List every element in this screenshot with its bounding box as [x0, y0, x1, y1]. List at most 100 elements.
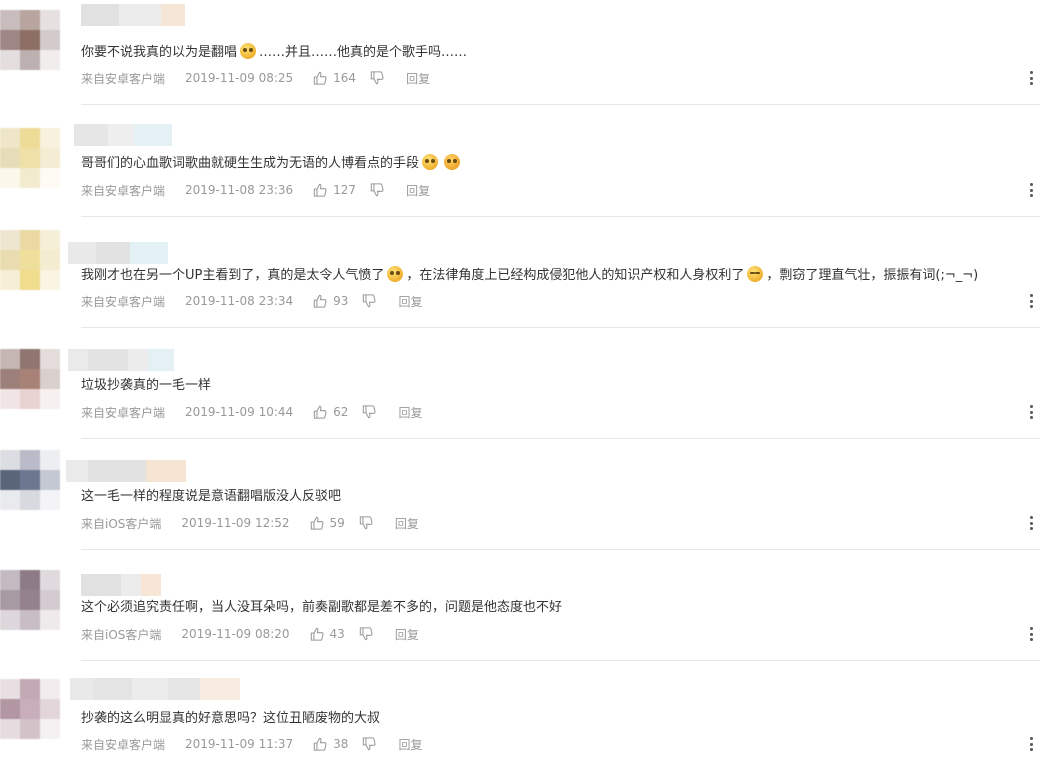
- timestamp: 2019-11-09 11:37: [185, 737, 294, 751]
- comment-meta: 来自iOS客户端 2019-11-09 08:20 43 回复: [81, 625, 419, 643]
- avatar[interactable]: [0, 10, 60, 70]
- dislike-button[interactable]: [359, 516, 373, 530]
- comment-item: 你要不说我真的以为是翻唱 ……并且……他真的是个歌手吗…… 来自安卓客户端 201…: [0, 0, 1047, 105]
- comment-item: 哥哥们的心血歌词歌曲就硬生生成为无语的人博看点的手段 来自安卓客户端 2019-…: [0, 105, 1047, 217]
- reply-button[interactable]: 回复: [398, 736, 422, 753]
- timestamp: 2019-11-08 23:34: [185, 294, 294, 308]
- like-button[interactable]: 38: [313, 737, 348, 751]
- more-vertical-icon[interactable]: [1027, 516, 1035, 530]
- comment-meta: 来自安卓客户端 2019-11-08 23:36 127 回复: [81, 181, 430, 199]
- thumbs-down-icon: [363, 737, 376, 751]
- reply-button[interactable]: 回复: [398, 293, 422, 310]
- comment-list: 你要不说我真的以为是翻唱 ……并且……他真的是个歌手吗…… 来自安卓客户端 201…: [0, 0, 1047, 763]
- dislike-button[interactable]: [359, 627, 373, 641]
- dislike-button[interactable]: [370, 71, 384, 85]
- avatar[interactable]: [0, 128, 60, 188]
- dislike-button[interactable]: [370, 183, 384, 197]
- timestamp: 2019-11-08 23:36: [185, 183, 294, 197]
- reply-button[interactable]: 回复: [398, 404, 422, 421]
- comment-item: 抄袭的这么明显真的好意思吗？这位丑陋废物的大叔 来自安卓客户端 2019-11-…: [0, 661, 1047, 763]
- username-blurred[interactable]: [81, 4, 185, 26]
- reply-button[interactable]: 回复: [406, 182, 430, 199]
- thumbs-up-icon: [313, 294, 327, 308]
- client-source: 来自安卓客户端: [81, 71, 166, 86]
- comment-text: 这一毛一样的程度说是意语翻唱版没人反驳吧: [81, 489, 342, 504]
- emoji-icon: [444, 154, 461, 170]
- avatar[interactable]: [0, 230, 60, 290]
- username-blurred[interactable]: [81, 574, 161, 596]
- like-count: 127: [333, 183, 357, 197]
- timestamp: 2019-11-09 08:20: [181, 627, 290, 641]
- more-vertical-icon[interactable]: [1027, 405, 1035, 419]
- like-button[interactable]: 62: [313, 405, 348, 419]
- comment-text: 这个必须追究责任啊，当人没耳朵吗，前奏副歌都是差不多的，问题是他态度也不好: [81, 600, 563, 615]
- comment-meta: 来自安卓客户端 2019-11-09 10:44 62 回复: [81, 403, 422, 421]
- thumbs-up-icon: [313, 405, 327, 419]
- like-count: 43: [329, 627, 345, 641]
- comment-item: 垃圾抄袭真的一毛一样 来自安卓客户端 2019-11-09 10:44 62 回…: [0, 328, 1047, 439]
- more-vertical-icon[interactable]: [1027, 183, 1035, 197]
- thumbs-down-icon: [359, 627, 373, 641]
- like-count: 38: [333, 737, 349, 751]
- comment-meta: 来自安卓客户端 2019-11-08 23:34 93 回复: [81, 292, 422, 310]
- like-count: 59: [329, 516, 345, 530]
- username-blurred[interactable]: [70, 678, 240, 700]
- more-vertical-icon[interactable]: [1027, 627, 1035, 641]
- like-count: 62: [333, 405, 349, 419]
- comment-item: 这个必须追究责任啊，当人没耳朵吗，前奏副歌都是差不多的，问题是他态度也不好 来自…: [0, 550, 1047, 661]
- reply-button[interactable]: 回复: [406, 70, 430, 87]
- reply-button[interactable]: 回复: [395, 626, 419, 643]
- emoji-icon: [422, 154, 439, 170]
- more-vertical-icon[interactable]: [1027, 71, 1035, 85]
- username-blurred[interactable]: [68, 349, 174, 371]
- thumbs-up-icon: [313, 737, 327, 751]
- emoji-icon: [747, 266, 764, 282]
- emoji-icon: [387, 266, 404, 282]
- dislike-button[interactable]: [362, 405, 376, 419]
- comment-text: 我刚才也在另一个UP主看到了，真的是太令人气愤了 ，在法律角度上已经构成侵犯他人的…: [81, 266, 979, 283]
- thumbs-down-icon: [363, 294, 376, 308]
- username-blurred[interactable]: [66, 460, 186, 482]
- thumbs-down-icon: [359, 516, 373, 530]
- like-button[interactable]: 93: [313, 294, 348, 308]
- comment-text: 你要不说我真的以为是翻唱 ……并且……他真的是个歌手吗……: [81, 43, 468, 60]
- more-vertical-icon[interactable]: [1027, 737, 1035, 751]
- client-source: 来自安卓客户端: [81, 737, 166, 752]
- client-source: 来自iOS客户端: [81, 627, 162, 642]
- username-blurred[interactable]: [68, 242, 168, 264]
- timestamp: 2019-11-09 10:44: [185, 405, 294, 419]
- thumbs-down-icon: [370, 183, 384, 197]
- avatar[interactable]: [0, 679, 60, 739]
- client-source: 来自iOS客户端: [81, 516, 162, 531]
- like-button[interactable]: 164: [313, 71, 356, 85]
- reply-button[interactable]: 回复: [395, 515, 419, 532]
- like-count: 93: [333, 294, 349, 308]
- timestamp: 2019-11-09 08:25: [185, 71, 294, 85]
- like-button[interactable]: 59: [310, 516, 345, 530]
- username-blurred[interactable]: [74, 124, 172, 146]
- comment-item: 这一毛一样的程度说是意语翻唱版没人反驳吧 来自iOS客户端 2019-11-09…: [0, 439, 1047, 550]
- dislike-button[interactable]: [362, 737, 376, 751]
- comment-text: 抄袭的这么明显真的好意思吗？这位丑陋废物的大叔: [81, 711, 381, 726]
- avatar[interactable]: [0, 570, 60, 630]
- comment-text: 哥哥们的心血歌词歌曲就硬生生成为无语的人博看点的手段: [81, 154, 463, 174]
- thumbs-up-icon: [313, 71, 327, 85]
- thumbs-up-icon: [313, 183, 327, 197]
- comment-meta: 来自安卓客户端 2019-11-09 11:37 38 回复: [81, 735, 422, 753]
- like-button[interactable]: 43: [310, 627, 345, 641]
- emoji-icon: [240, 43, 257, 59]
- avatar[interactable]: [0, 450, 60, 510]
- dislike-button[interactable]: [362, 294, 376, 308]
- more-vertical-icon[interactable]: [1027, 294, 1035, 308]
- comment-text: 垃圾抄袭真的一毛一样: [81, 378, 212, 393]
- thumbs-down-icon: [370, 71, 384, 85]
- client-source: 来自安卓客户端: [81, 183, 166, 198]
- comment-meta: 来自安卓客户端 2019-11-09 08:25 164 回复: [81, 69, 430, 87]
- comment-meta: 来自iOS客户端 2019-11-09 12:52 59 回复: [81, 514, 419, 532]
- like-button[interactable]: 127: [313, 183, 356, 197]
- client-source: 来自安卓客户端: [81, 405, 166, 420]
- avatar[interactable]: [0, 349, 60, 409]
- timestamp: 2019-11-09 12:52: [181, 516, 290, 530]
- thumbs-up-icon: [310, 627, 324, 641]
- thumbs-down-icon: [363, 405, 376, 419]
